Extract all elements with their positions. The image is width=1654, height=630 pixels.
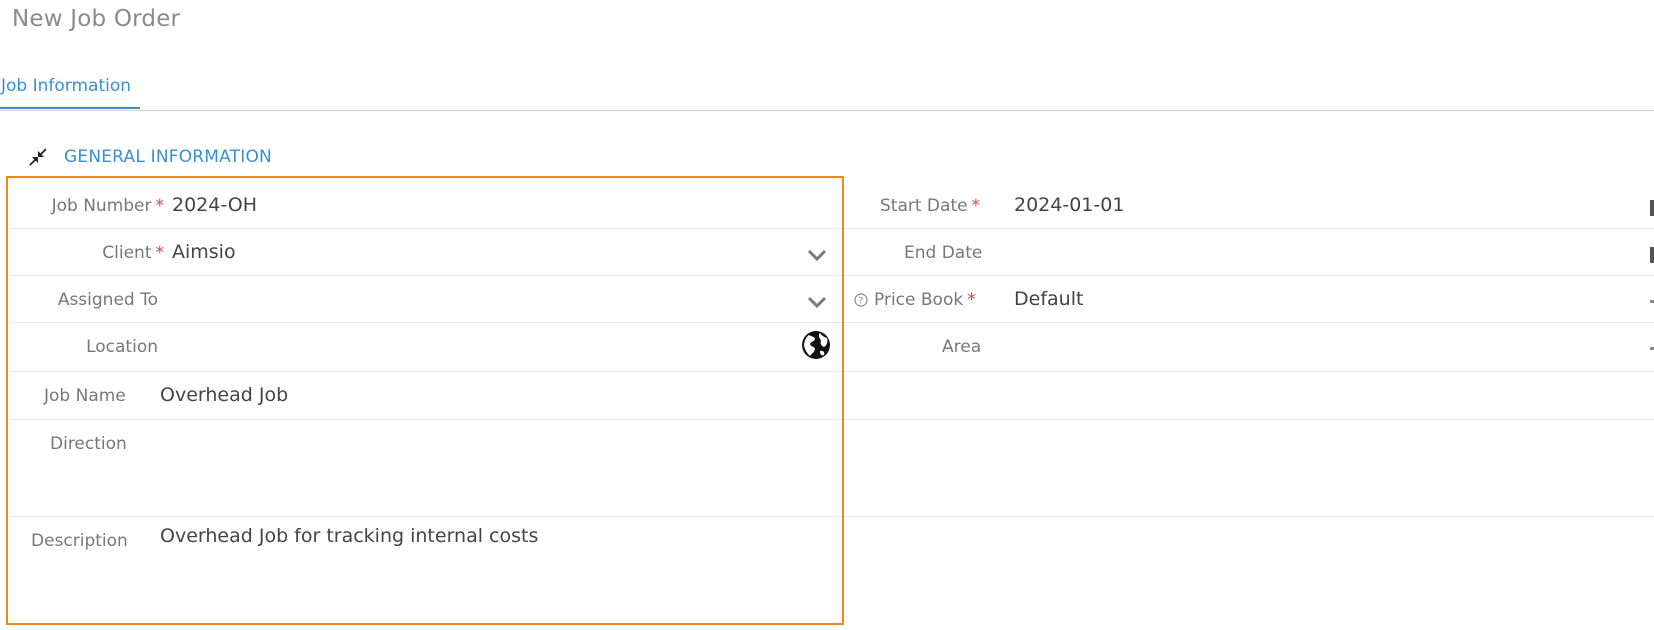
end-date-label: End Date: [904, 243, 983, 263]
section-header-general-information: GENERAL INFORMATION: [28, 144, 272, 170]
chevron-down-icon[interactable]: [1650, 347, 1654, 350]
globe-icon[interactable]: [800, 329, 832, 361]
collapse-arrows-icon[interactable]: [28, 147, 48, 167]
row-start-date: Start Date * 2024-01-01: [844, 182, 1654, 229]
end-date-input[interactable]: [1012, 237, 1632, 269]
price-book-select[interactable]: Default: [1012, 284, 1632, 316]
page-title: New Job Order: [12, 6, 181, 32]
section-title: GENERAL INFORMATION: [64, 147, 272, 167]
job-number-field[interactable]: 2024-OH: [170, 190, 820, 222]
description-value: Overhead Job for tracking internal costs: [160, 525, 539, 547]
direction-textarea[interactable]: [158, 428, 838, 508]
description-label: Description: [31, 531, 128, 551]
client-label: Client *: [102, 243, 164, 263]
row-end-date: End Date: [844, 229, 1654, 276]
area-label: Area: [942, 337, 982, 357]
row-location: Location: [10, 323, 842, 372]
start-date-value: 2024-01-01: [1014, 194, 1125, 216]
row-assigned-to: Assigned To: [10, 276, 842, 323]
location-input[interactable]: [170, 331, 790, 363]
job-name-field[interactable]: Overhead Job: [158, 380, 838, 412]
tab-job-information[interactable]: Job Information: [0, 68, 140, 109]
job-name-value: Overhead Job: [160, 384, 289, 406]
chevron-down-icon[interactable]: [806, 248, 828, 262]
svg-text:?: ?: [859, 297, 864, 307]
row-job-number: Job Number * 2024-OH: [10, 182, 842, 229]
job-name-label: Job Name: [44, 386, 126, 406]
client-value: Aimsio: [172, 241, 236, 263]
assigned-to-select[interactable]: [170, 284, 790, 316]
client-select[interactable]: Aimsio: [170, 237, 790, 269]
area-select[interactable]: [1012, 331, 1632, 363]
job-number-value: 2024-OH: [172, 194, 257, 216]
row-description: Description Overhead Job for tracking in…: [10, 517, 842, 617]
direction-label: Direction: [50, 434, 127, 454]
row-direction: Direction: [10, 420, 1654, 517]
calendar-icon[interactable]: [1650, 247, 1654, 263]
help-circle-icon[interactable]: ?: [854, 293, 868, 307]
tab-bar: Job Information: [0, 68, 1654, 111]
start-date-label: Start Date *: [880, 196, 981, 216]
chevron-down-icon[interactable]: [806, 295, 828, 309]
description-textarea[interactable]: Overhead Job for tracking internal costs: [158, 521, 838, 611]
location-label: Location: [86, 337, 158, 357]
price-book-value: Default: [1014, 288, 1084, 310]
row-job-name: Job Name Overhead Job: [10, 372, 1654, 420]
row-area: Area: [844, 323, 1654, 372]
assigned-to-label: Assigned To: [57, 290, 158, 310]
chevron-down-icon[interactable]: [1650, 300, 1654, 303]
calendar-icon[interactable]: [1650, 200, 1654, 216]
job-number-label: Job Number *: [51, 196, 164, 216]
row-client: Client * Aimsio: [10, 229, 842, 276]
row-price-book: ? Price Book * Default: [844, 276, 1654, 323]
start-date-input[interactable]: 2024-01-01: [1012, 190, 1632, 222]
price-book-label: Price Book *: [874, 290, 976, 310]
